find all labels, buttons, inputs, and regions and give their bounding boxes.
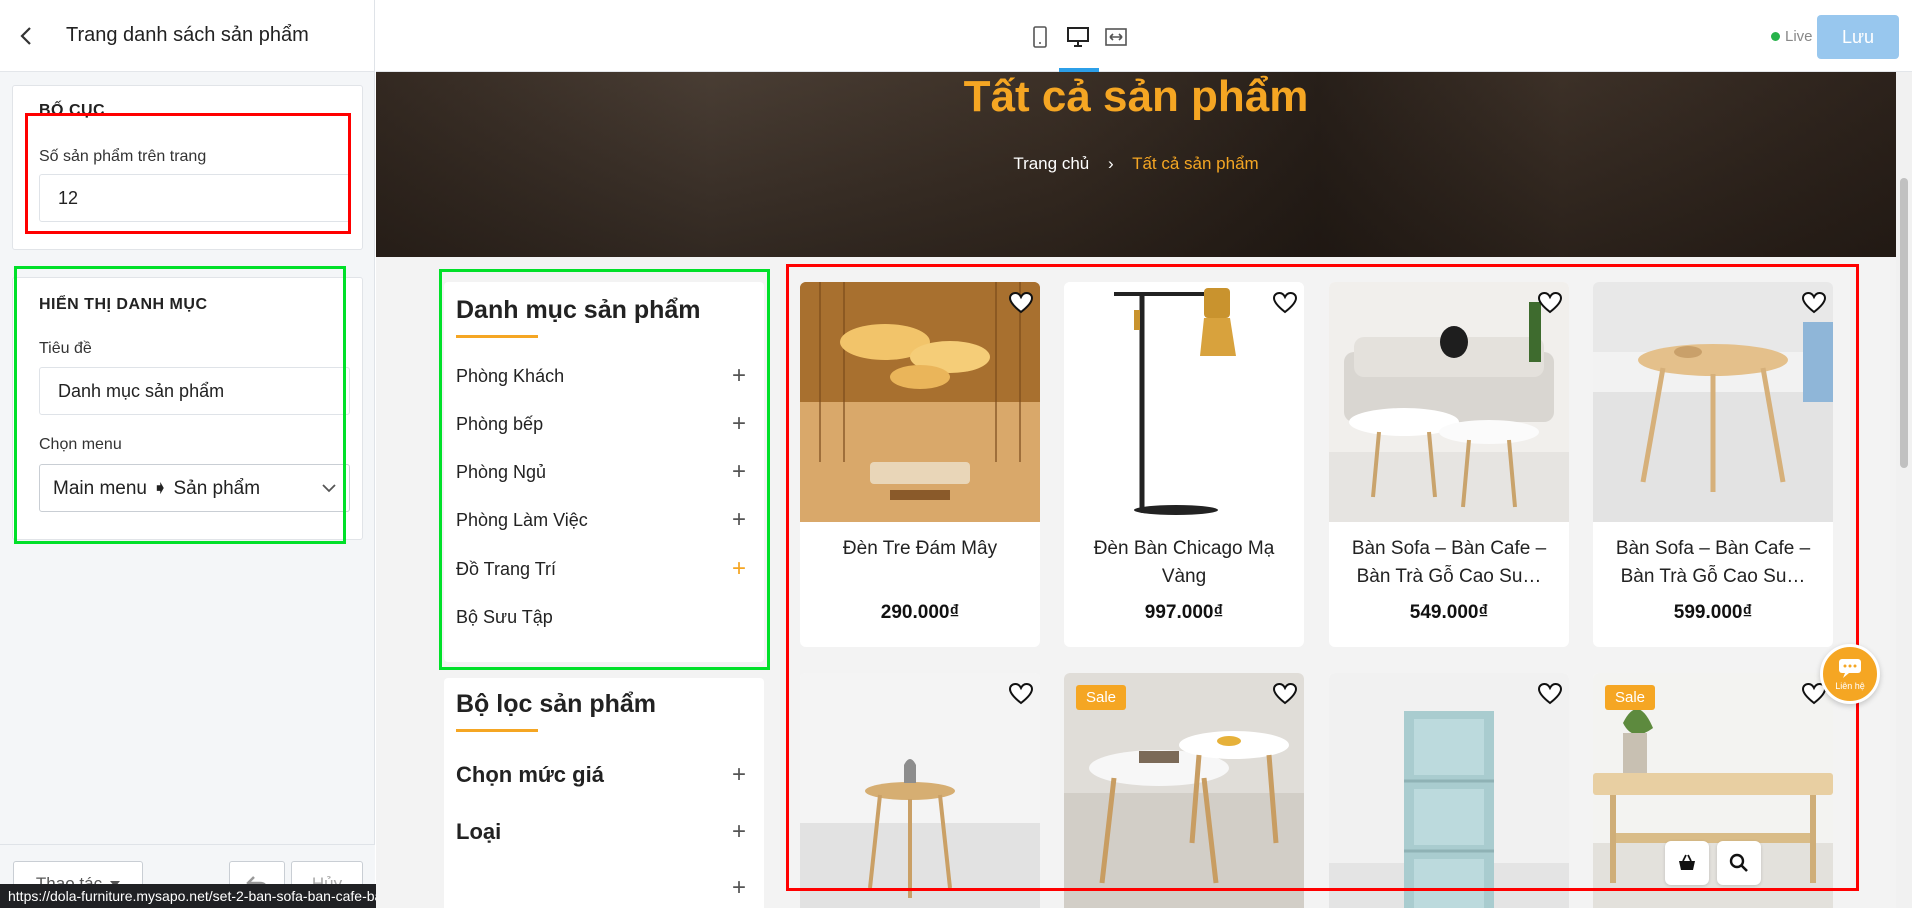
- store-preview: Tất cả sản phẩm Trang chủ › Tất cả sản p…: [376, 72, 1912, 908]
- filter-sidebar-title: Bộ lọc sản phẩm: [456, 690, 657, 718]
- preview-scrollbar-thumb[interactable]: [1900, 178, 1908, 468]
- save-button[interactable]: Lưu: [1817, 15, 1899, 59]
- mobile-view-button[interactable]: [1025, 22, 1055, 52]
- panel-title: Trang danh sách sản phẩm: [66, 24, 309, 46]
- filter-label: Loại: [456, 819, 502, 844]
- hero-banner: Tất cả sản phẩm Trang chủ › Tất cả sản p…: [376, 72, 1896, 257]
- settings-panel: Trang danh sách sản phẩm BỐ CỤC Số sản p…: [0, 0, 532, 908]
- theme-editor: Trang danh sách sản phẩm BỐ CỤC Số sản p…: [0, 0, 1912, 908]
- filter-sidebar: Bộ lọc sản phẩm Chọn mức giá + Loại + +: [444, 678, 764, 908]
- green-highlight-box-preview: [439, 269, 770, 670]
- contact-chat-button[interactable]: Liên hệ: [1820, 644, 1880, 704]
- chevron-left-icon: [20, 26, 31, 45]
- red-highlight-box-products: [786, 264, 1859, 891]
- filter-price[interactable]: Chọn mức giá +: [456, 762, 746, 788]
- breadcrumb-home-link[interactable]: Trang chủ: [1013, 154, 1089, 173]
- desktop-icon: [1067, 27, 1089, 47]
- live-dot: [1771, 32, 1780, 41]
- hero-title: Tất cả sản phẩm: [963, 72, 1309, 121]
- filter-more[interactable]: +: [456, 876, 746, 900]
- fullwidth-view-button[interactable]: [1101, 22, 1131, 52]
- top-toolbar: Live Lưu: [376, 0, 1912, 72]
- back-button[interactable]: [0, 0, 52, 72]
- expand-plus-icon[interactable]: +: [732, 876, 746, 900]
- filter-label: Chọn mức giá: [456, 762, 604, 787]
- breadcrumb: Trang chủ › Tất cả sản phẩm: [376, 154, 1896, 174]
- live-label: Live: [1785, 28, 1813, 45]
- mobile-icon: [1033, 26, 1047, 48]
- filter-type[interactable]: Loại +: [456, 819, 746, 845]
- breadcrumb-current: Tất cả sản phẩm: [1132, 154, 1259, 173]
- red-highlight-box: [25, 113, 351, 234]
- title-underline: [456, 729, 538, 732]
- live-status: Live: [1771, 28, 1813, 45]
- chat-icon: [1839, 659, 1861, 678]
- expand-plus-icon[interactable]: +: [732, 820, 746, 844]
- expand-horizontal-icon: [1105, 28, 1127, 46]
- expand-plus-icon[interactable]: +: [732, 763, 746, 787]
- desktop-view-button[interactable]: [1063, 22, 1093, 52]
- green-highlight-box: [14, 266, 346, 544]
- chat-label: Liên hệ: [1835, 681, 1865, 691]
- panel-header: Trang danh sách sản phẩm: [0, 0, 374, 72]
- breadcrumb-separator: ›: [1107, 154, 1114, 173]
